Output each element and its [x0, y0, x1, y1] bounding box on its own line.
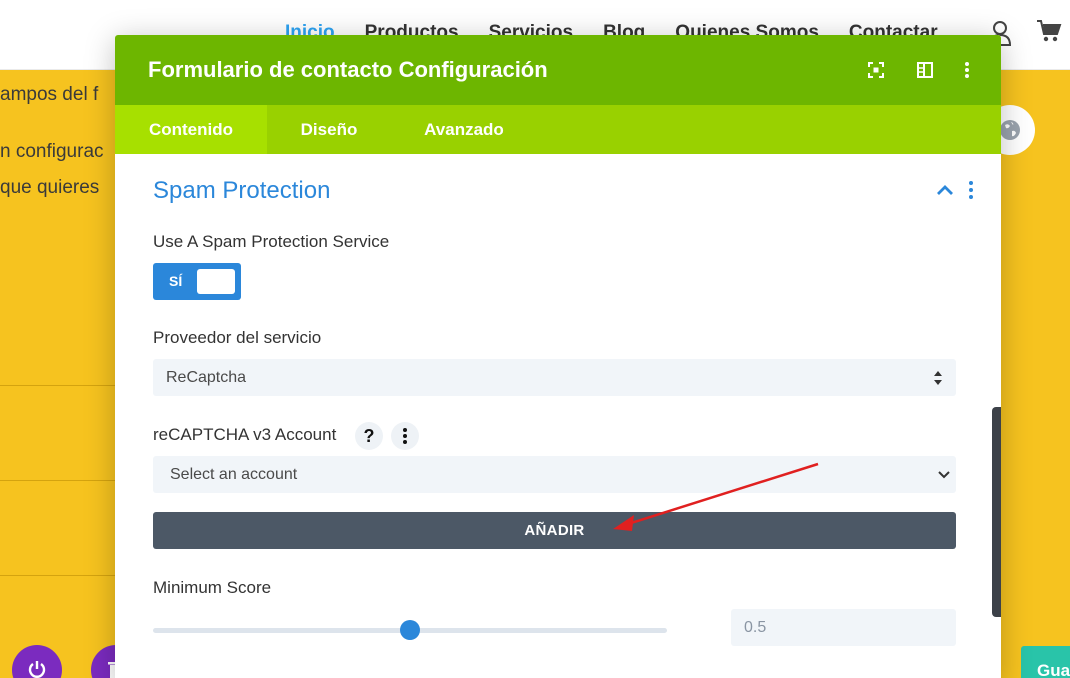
provider-select[interactable]: ReCaptcha	[153, 359, 956, 396]
bg-text-line: n configurac	[0, 141, 104, 162]
more-vertical-icon	[403, 428, 407, 444]
tab-avanzado[interactable]: Avanzado	[391, 105, 537, 154]
score-label: Minimum Score	[153, 578, 272, 597]
score-slider-thumb[interactable]	[400, 620, 420, 640]
cart-icon[interactable]	[1036, 18, 1062, 44]
bg-text-line: que quieres	[0, 177, 100, 198]
spam-protection-label: Use A Spam Protection Service	[153, 232, 390, 251]
spam-protection-toggle[interactable]: SÍ	[153, 263, 241, 300]
account-label: reCAPTCHA v3 Account	[153, 425, 337, 444]
chevron-down-icon	[938, 471, 950, 479]
score-input[interactable]	[731, 609, 956, 646]
tab-contenido[interactable]: Contenido	[115, 105, 267, 154]
sidebar-icon[interactable]	[915, 60, 935, 80]
account-options-button[interactable]	[391, 422, 419, 450]
globe-icon	[1000, 120, 1020, 140]
account-placeholder: Select an account	[170, 466, 298, 483]
help-button[interactable]: ?	[355, 422, 383, 450]
toggle-label: SÍ	[169, 273, 183, 289]
more-vertical-icon[interactable]	[957, 60, 977, 80]
divider	[0, 575, 115, 576]
tab-bar: Contenido Diseño Avanzado	[115, 105, 1001, 154]
modal-title: Formulario de contacto Configuración	[148, 57, 548, 82]
select-arrows-icon	[934, 371, 942, 385]
settings-modal: Formulario de contacto Configuración Con…	[115, 35, 1001, 678]
save-button[interactable]: Gua	[1021, 646, 1070, 678]
bg-text-line: ampos del f	[0, 84, 99, 105]
divider	[0, 480, 115, 481]
chevron-up-icon[interactable]	[935, 183, 955, 197]
modal-header: Formulario de contacto Configuración	[115, 35, 1001, 105]
provider-value: ReCaptcha	[166, 369, 247, 386]
add-button[interactable]: AÑADIR	[153, 512, 956, 549]
divider	[0, 385, 115, 386]
more-vertical-icon[interactable]	[967, 180, 975, 200]
provider-label: Proveedor del servicio	[153, 328, 322, 347]
fullscreen-icon[interactable]	[866, 60, 886, 80]
scrollbar[interactable]	[992, 407, 1001, 617]
section-title[interactable]: Spam Protection	[153, 177, 330, 205]
tab-diseno[interactable]: Diseño	[267, 105, 391, 154]
toggle-knob	[197, 269, 235, 294]
power-icon	[28, 661, 46, 678]
account-select[interactable]: Select an account	[153, 456, 956, 493]
